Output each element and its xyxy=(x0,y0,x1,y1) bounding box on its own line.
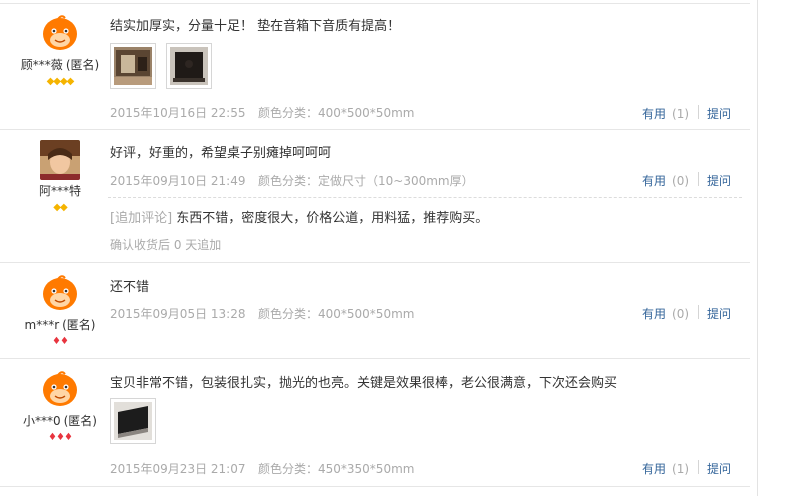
append-divider xyxy=(108,197,742,198)
review-text: 还不错 xyxy=(110,280,150,295)
useful-label: 有用 xyxy=(642,307,667,321)
buyer-level-icon: ♦♦ xyxy=(52,336,69,347)
useful-count: (1) xyxy=(672,462,690,476)
review-item: 小***0 (匿名) ♦♦♦ 宝贝非常不错，包装很扎实，抛光的也亮。关键是效果很棒… xyxy=(0,358,750,486)
room-photo-icon xyxy=(114,47,152,85)
anonymous-tag: (匿名) xyxy=(62,318,96,332)
action-divider xyxy=(698,172,699,186)
review-meta: 2015年09月05日 13:28 颜色分类：400*500*50mm xyxy=(110,305,414,322)
action-divider xyxy=(698,305,699,319)
username: 阿***特 xyxy=(38,184,81,198)
avatar[interactable] xyxy=(40,140,80,180)
ask-link[interactable]: 提问 xyxy=(707,305,731,322)
speaker-photo-icon xyxy=(170,47,208,85)
reviewer-name[interactable]: 小***0 (匿名) xyxy=(0,412,120,429)
username: 顾***薇 xyxy=(20,58,63,72)
review-text: 宝贝非常不错，包装很扎实，抛光的也亮。关键是效果很棒，老公很满意，下次还会购买 xyxy=(110,376,618,391)
mascot-avatar-icon xyxy=(40,369,80,409)
review-item: 阿***特 ◆◆ 好评，好重的，希望桌子别瘫掉呵呵呵 2015年09月10日 2… xyxy=(0,129,750,262)
append-timing: 确认收货后 0 天追加 xyxy=(110,238,222,252)
avatar[interactable] xyxy=(40,369,80,409)
useful-count: (1) xyxy=(672,107,690,121)
review-text: 好评，好重的，希望桌子别瘫掉呵呵呵 xyxy=(110,146,332,161)
useful-count: (0) xyxy=(672,174,690,188)
review-date: 2015年09月23日 21:07 xyxy=(110,462,246,476)
review-date: 2015年10月16日 22:55 xyxy=(110,106,246,120)
review-item: m***r (匿名) ♦♦ 还不错 2015年09月05日 13:28 颜色分类：4… xyxy=(0,262,750,358)
review-text: 结实加厚实，分量十足！ 垫在音箱下音质有提高！ xyxy=(110,19,401,34)
avatar[interactable] xyxy=(40,273,80,313)
anonymous-tag: (匿名) xyxy=(65,58,100,72)
append-text: 东西不错，密度很大，价格公道，用料猛，推荐购买。 xyxy=(176,211,489,226)
useful-count: (0) xyxy=(672,307,690,321)
mascot-avatar-icon xyxy=(40,273,80,313)
review-photo[interactable] xyxy=(110,43,156,89)
mascot-avatar-icon xyxy=(40,13,80,53)
useful-button[interactable]: 有用 (0) xyxy=(642,305,689,322)
useful-label: 有用 xyxy=(642,174,667,188)
useful-button[interactable]: 有用 (1) xyxy=(642,105,689,122)
reviewer-name[interactable]: m***r (匿名) xyxy=(0,316,120,333)
avatar[interactable] xyxy=(40,13,80,53)
review-divider xyxy=(0,486,750,487)
append-tag: [追加评论] xyxy=(110,211,173,226)
useful-label: 有用 xyxy=(642,107,667,121)
review-meta: 2015年09月10日 21:49 颜色分类：定做尺寸（10~300mm厚） xyxy=(110,172,474,189)
action-divider xyxy=(698,105,699,119)
useful-label: 有用 xyxy=(642,462,667,476)
sku-info: 颜色分类：450*350*50mm xyxy=(258,462,415,476)
user-photo-icon xyxy=(40,140,80,180)
product-photo-icon xyxy=(114,402,152,440)
sku-info: 颜色分类：400*500*50mm xyxy=(258,307,415,321)
username: 小***0 xyxy=(22,414,61,428)
review-meta: 2015年09月23日 21:07 颜色分类：450*350*50mm xyxy=(110,460,414,477)
appended-review: [追加评论] 东西不错，密度很大，价格公道，用料猛，推荐购买。 xyxy=(110,207,488,226)
ask-link[interactable]: 提问 xyxy=(707,105,731,122)
useful-button[interactable]: 有用 (0) xyxy=(642,172,689,189)
ask-link[interactable]: 提问 xyxy=(707,460,731,477)
ask-link[interactable]: 提问 xyxy=(707,172,731,189)
scroll-track[interactable] xyxy=(757,0,758,496)
review-list: 顾***薇 (匿名) ◆◆◆◆ 结实加厚实，分量十足！ 垫在音箱下音质有提高！ 2… xyxy=(0,0,750,496)
reviewer-name[interactable]: 顾***薇 (匿名) xyxy=(0,56,120,73)
sku-info: 颜色分类：定做尺寸（10~300mm厚） xyxy=(258,174,474,188)
buyer-level-icon: ♦♦♦ xyxy=(48,432,73,443)
action-divider xyxy=(698,460,699,474)
review-photo[interactable] xyxy=(110,398,156,444)
review-meta: 2015年10月16日 22:55 颜色分类：400*500*50mm xyxy=(110,104,414,121)
useful-button[interactable]: 有用 (1) xyxy=(642,460,689,477)
review-date: 2015年09月05日 13:28 xyxy=(110,307,246,321)
review-item: 顾***薇 (匿名) ◆◆◆◆ 结实加厚实，分量十足！ 垫在音箱下音质有提高！ 2… xyxy=(0,0,750,128)
buyer-level-icon: ◆◆ xyxy=(53,202,67,213)
sku-info: 颜色分类：400*500*50mm xyxy=(258,106,415,120)
buyer-level-icon: ◆◆◆◆ xyxy=(46,76,75,87)
anonymous-tag: (匿名) xyxy=(63,414,97,428)
username: m***r xyxy=(24,318,60,332)
review-photo[interactable] xyxy=(166,43,212,89)
review-date: 2015年09月10日 21:49 xyxy=(110,174,246,188)
reviewer-name[interactable]: 阿***特 xyxy=(0,182,120,199)
